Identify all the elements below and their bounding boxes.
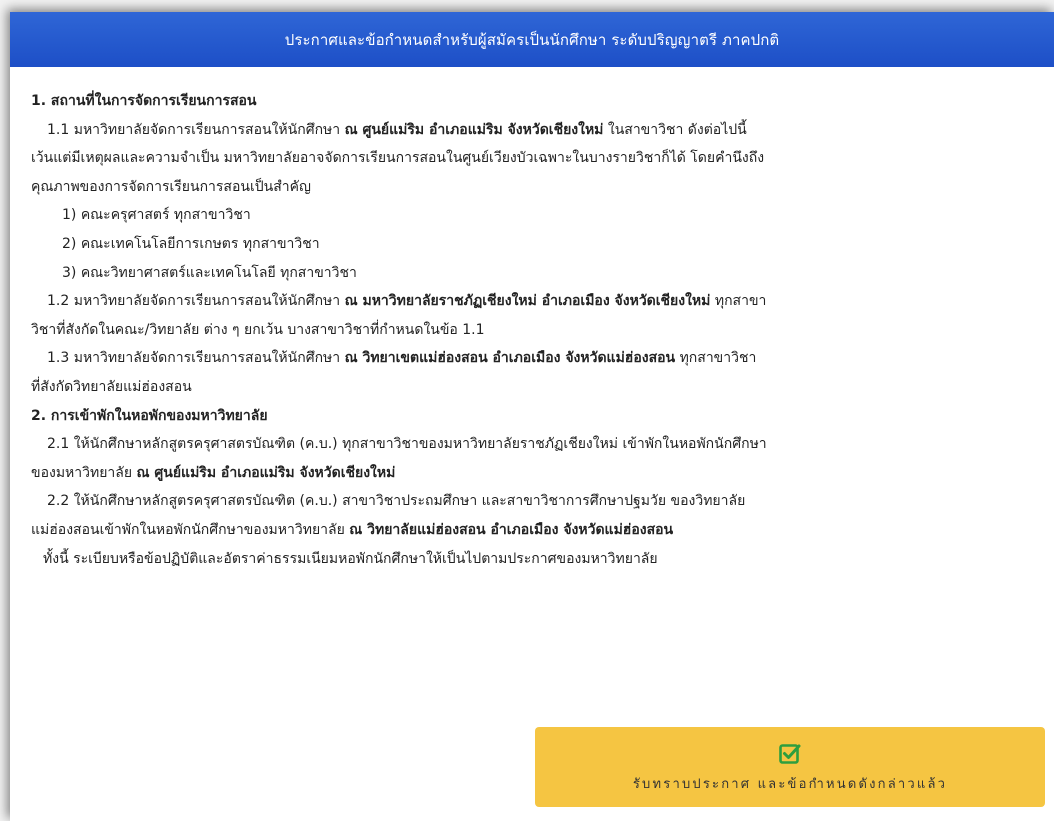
clause-1-1-tail: ในสาขาวิชา ดังต่อไปนี้ (603, 121, 747, 138)
accept-terms-button[interactable]: รับทราบประกาศ และข้อกำหนดดังกล่าวแล้ว (535, 727, 1045, 807)
clause-1-1: 1.1 มหาวิทยาลัยจัดการเรียนการสอนให้นักศึ… (31, 116, 1034, 145)
accept-terms-label: รับทราบประกาศ และข้อกำหนดดังกล่าวแล้ว (632, 776, 948, 792)
section-2-heading: 2. การเข้าพักในหอพักของมหาวิทยาลัย (31, 407, 268, 424)
clause-1-2-text: 1.2 มหาวิทยาลัยจัดการเรียนการสอนให้นักศึ… (47, 293, 345, 310)
clause-1-2-location: ณ มหาวิทยาลัยราชภัฏเชียงใหม่ อำเภอเมือง … (344, 293, 711, 310)
list-item-faculty-agriculture: 2) คณะเทคโนโลยีการเกษตร ทุกสาขาวิชา (62, 235, 320, 252)
clause-2-1: 2.1 ให้นักศึกษาหลักสูตรครุศาสตรบัณฑิต (ค… (47, 436, 767, 453)
modal-body: 1. สถานที่ในการจัดการเรียนการสอน 1.1 มหา… (10, 67, 1054, 573)
check-square-icon (779, 743, 801, 764)
clause-1-3: 1.3 มหาวิทยาลัยจัดการเรียนการสอนให้นักศึ… (31, 344, 1034, 373)
clause-1-1-continued-2: คุณภาพของการจัดการเรียนการสอนเป็นสำคัญ (31, 178, 311, 195)
clause-1-2-tail: ทุกสาขา (710, 293, 767, 310)
clause-1-2: 1.2 มหาวิทยาลัยจัดการเรียนการสอนให้นักศึ… (31, 287, 1034, 316)
section-1-heading: 1. สถานที่ในการจัดการเรียนการสอน (31, 93, 257, 109)
closing-note: ทั้งนี้ ระเบียบหรือข้อปฏิบัติและอัตราค่า… (43, 550, 658, 567)
clause-1-2-continued: วิชาที่สังกัดในคณะ/วิทยาลัย ต่าง ๆ ยกเว้… (31, 321, 485, 338)
clause-1-3-continued: ที่สังกัดวิทยาลัยแม่ฮ่องสอน (31, 378, 192, 395)
clause-2-2: 2.2 ให้นักศึกษาหลักสูตรครุศาสตรบัณฑิต (ค… (47, 493, 746, 510)
clause-2-2-continued: แม่ฮ่องสอนเข้าพักในหอพักนักศึกษาของมหาวิ… (31, 516, 1034, 545)
list-item-faculty-science: 3) คณะวิทยาศาสตร์และเทคโนโลยี ทุกสาขาวิช… (62, 264, 357, 281)
clause-1-1-text: 1.1 มหาวิทยาลัยจัดการเรียนการสอนให้นักศึ… (47, 121, 345, 138)
clause-1-1-continued: เว้นแต่มีเหตุผลและความจำเป็น มหาวิทยาลัย… (31, 150, 765, 167)
clause-1-1-location: ณ ศูนย์แม่ริม อำเภอแม่ริม จังหวัดเชียงให… (344, 121, 604, 138)
clause-2-2-text: แม่ฮ่องสอนเข้าพักในหอพักนักศึกษาของมหาวิ… (31, 521, 350, 538)
clause-1-3-text: 1.3 มหาวิทยาลัยจัดการเรียนการสอนให้นักศึ… (47, 350, 345, 367)
list-item-faculty-education: 1) คณะครุศาสตร์ ทุกสาขาวิชา (62, 207, 251, 224)
modal-header: ประกาศและข้อกำหนดสำหรับผู้สมัครเป็นนักศึ… (10, 12, 1054, 67)
clause-2-1-continued: ของมหาวิทยาลัย ณ ศูนย์แม่ริม อำเภอแม่ริม… (31, 459, 1034, 488)
announcement-modal: ประกาศและข้อกำหนดสำหรับผู้สมัครเป็นนักศึ… (10, 12, 1054, 821)
clause-2-1-location: ณ ศูนย์แม่ริม อำเภอแม่ริม จังหวัดเชียงให… (136, 464, 396, 481)
clause-2-2-location: ณ วิทยาลัยแม่ฮ่องสอน อำเภอเมือง จังหวัดแ… (349, 521, 674, 538)
clause-2-1-text: ของมหาวิทยาลัย (31, 464, 137, 481)
clause-1-3-tail: ทุกสาขาวิชา (675, 350, 757, 367)
modal-title: ประกาศและข้อกำหนดสำหรับผู้สมัครเป็นนักศึ… (284, 30, 780, 49)
clause-1-3-location: ณ วิทยาเขตแม่ฮ่องสอน อำเภอเมือง จังหวัดแ… (344, 350, 676, 367)
